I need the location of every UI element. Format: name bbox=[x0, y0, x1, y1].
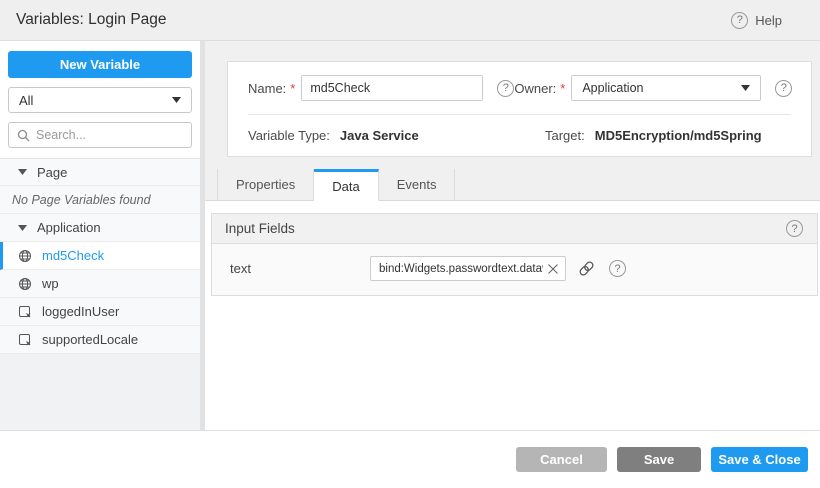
caret-down-icon bbox=[18, 169, 27, 175]
page-title: Variables: Login Page bbox=[16, 11, 731, 29]
target-value: MD5Encryption/md5Spring bbox=[595, 128, 762, 143]
data-tab-content: Input Fields ? text bbox=[205, 201, 820, 430]
main-panel: Name: * ? Owner: * Application ? bbox=[205, 41, 820, 430]
bind-link-icon[interactable] bbox=[578, 260, 595, 277]
type-target-row: Variable Type: Java Service Target: MD5E… bbox=[228, 115, 811, 156]
caret-down-icon bbox=[172, 97, 181, 103]
input-fields-title: Input Fields bbox=[225, 221, 295, 236]
caret-down-icon bbox=[18, 225, 27, 231]
sidebar-controls: New Variable All bbox=[0, 41, 200, 158]
search-icon bbox=[17, 129, 30, 142]
model-variable-icon bbox=[18, 305, 32, 319]
sidebar: New Variable All P bbox=[0, 41, 200, 430]
input-fields-header: Input Fields ? bbox=[212, 214, 817, 244]
input-fields-help-icon[interactable]: ? bbox=[786, 220, 803, 237]
name-label: Name: bbox=[248, 81, 286, 96]
sidebar-item-label: loggedInUser bbox=[42, 304, 119, 319]
save-and-close-button[interactable]: Save & Close bbox=[711, 447, 808, 472]
sidebar-item-loggedinuser[interactable]: loggedInUser bbox=[0, 298, 200, 326]
name-owner-row: Name: * ? Owner: * Application ? bbox=[228, 62, 811, 114]
help-label: Help bbox=[755, 13, 782, 28]
sidebar-item-supportedlocale[interactable]: supportedLocale bbox=[0, 326, 200, 354]
caret-down-icon bbox=[741, 85, 750, 91]
variable-type-value: Java Service bbox=[340, 128, 419, 143]
required-asterisk: * bbox=[290, 81, 295, 96]
model-variable-icon bbox=[18, 333, 32, 347]
owner-label: Owner: bbox=[514, 81, 556, 96]
save-button[interactable]: Save bbox=[617, 447, 701, 472]
new-variable-button[interactable]: New Variable bbox=[8, 51, 192, 78]
required-asterisk: * bbox=[560, 81, 565, 96]
clear-binding-icon[interactable] bbox=[545, 263, 565, 275]
app-body: New Variable All P bbox=[0, 41, 820, 430]
bind-expression-box[interactable] bbox=[370, 256, 566, 281]
name-group: Name: * ? bbox=[248, 75, 514, 101]
tree-section-label: Application bbox=[37, 220, 101, 235]
variable-type-label: Variable Type: bbox=[248, 128, 330, 143]
titlebar: Variables: Login Page ? Help bbox=[0, 0, 820, 41]
search-input[interactable] bbox=[36, 128, 183, 142]
target-group: Target: MD5Encryption/md5Spring bbox=[545, 128, 762, 143]
owner-select[interactable]: Application bbox=[571, 75, 761, 101]
sidebar-filler bbox=[0, 354, 200, 430]
field-row-text: text bbox=[212, 256, 817, 281]
search-box[interactable] bbox=[8, 122, 192, 148]
target-label: Target: bbox=[545, 128, 585, 143]
tree-section-application[interactable]: Application bbox=[0, 214, 200, 242]
footer-bar: Cancel Save Save & Close bbox=[0, 430, 820, 488]
sidebar-item-md5check[interactable]: md5Check bbox=[0, 242, 200, 270]
tree-section-page[interactable]: Page bbox=[0, 158, 200, 186]
tab-data[interactable]: Data bbox=[314, 169, 378, 201]
sidebar-item-wp[interactable]: wp bbox=[0, 270, 200, 298]
name-input[interactable] bbox=[301, 75, 483, 101]
sidebar-item-label: supportedLocale bbox=[42, 332, 138, 347]
bind-expression-input[interactable] bbox=[371, 263, 545, 275]
variable-tree: Page No Page Variables found Application… bbox=[0, 158, 200, 354]
cancel-button[interactable]: Cancel bbox=[516, 447, 607, 472]
sidebar-item-label: md5Check bbox=[42, 248, 104, 263]
owner-group: Owner: * Application ? bbox=[514, 75, 792, 101]
service-variable-icon bbox=[18, 249, 32, 263]
tree-section-label: Page bbox=[37, 165, 67, 180]
input-fields-body: text bbox=[212, 244, 817, 295]
variable-type-group: Variable Type: Java Service bbox=[248, 128, 545, 143]
help-button[interactable]: ? Help bbox=[731, 12, 782, 29]
variable-summary-card: Name: * ? Owner: * Application ? bbox=[227, 61, 812, 157]
sidebar-item-label: wp bbox=[42, 276, 59, 291]
tab-properties[interactable]: Properties bbox=[217, 169, 314, 200]
help-icon: ? bbox=[731, 12, 748, 29]
field-label: text bbox=[230, 261, 370, 276]
variable-filter-value: All bbox=[19, 93, 33, 108]
tab-events[interactable]: Events bbox=[379, 169, 456, 200]
page-variables-empty-message: No Page Variables found bbox=[0, 186, 200, 214]
owner-help-icon[interactable]: ? bbox=[775, 80, 792, 97]
owner-value: Application bbox=[582, 81, 643, 95]
service-variable-icon bbox=[18, 277, 32, 291]
input-fields-section: Input Fields ? text bbox=[211, 213, 818, 296]
name-help-icon[interactable]: ? bbox=[497, 80, 514, 97]
tab-bar: Properties Data Events bbox=[205, 169, 820, 201]
field-help-icon[interactable]: ? bbox=[609, 260, 626, 277]
variable-filter-select[interactable]: All bbox=[8, 87, 192, 113]
